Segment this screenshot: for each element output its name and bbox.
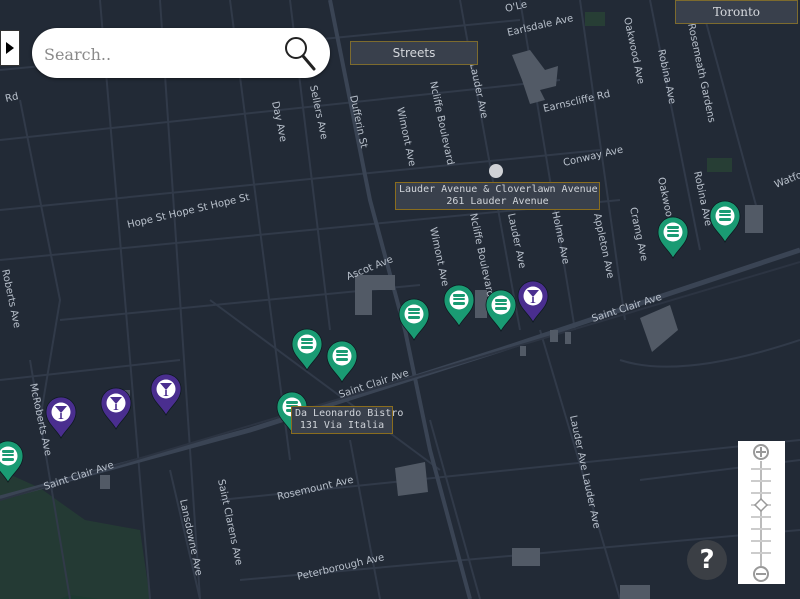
burger-icon — [2, 450, 14, 461]
zoom-in-button[interactable] — [753, 444, 769, 460]
address-tooltip-line2: 261 Lauder Avenue — [446, 196, 549, 207]
place-tooltip-name: Da Leonardo Bistro — [295, 408, 404, 419]
selected-location-dot[interactable] — [489, 164, 503, 178]
place-tooltip: Da Leonardo Bistro 131 Via Italia — [291, 406, 404, 434]
map-layer-button[interactable]: Streets — [350, 41, 478, 65]
zoom-slider-track[interactable] — [751, 461, 771, 566]
city-selector-button[interactable]: Toronto — [675, 0, 798, 24]
zoom-control — [738, 441, 785, 584]
burger-icon — [408, 308, 420, 319]
play-arrow-icon — [6, 42, 14, 54]
zoom-out-button[interactable] — [753, 566, 769, 582]
sidebar-toggle-button[interactable] — [0, 30, 20, 66]
address-tooltip: Lauder Avenue & Cloverlawn Avenue 261 La… — [395, 182, 600, 210]
burger-icon — [453, 294, 465, 305]
help-button[interactable]: ? — [687, 540, 727, 580]
burger-icon — [301, 338, 313, 349]
search-icon — [285, 37, 316, 71]
help-icon: ? — [699, 545, 715, 575]
address-tooltip-line1: Lauder Avenue & Cloverlawn Avenue — [399, 184, 598, 195]
burger-icon — [667, 226, 679, 237]
burger-icon — [495, 299, 507, 310]
search-input[interactable] — [42, 40, 286, 68]
burger-icon — [719, 210, 731, 221]
place-tooltip-address: 131 Via Italia — [299, 420, 385, 431]
search-bar — [32, 28, 330, 78]
search-button[interactable] — [282, 34, 318, 72]
map-canvas[interactable]: Earlsdale Ave O'Le Oakwood Ave Robina Av… — [0, 0, 800, 599]
zoom-slider-handle[interactable] — [753, 497, 769, 513]
burger-icon — [336, 350, 348, 361]
